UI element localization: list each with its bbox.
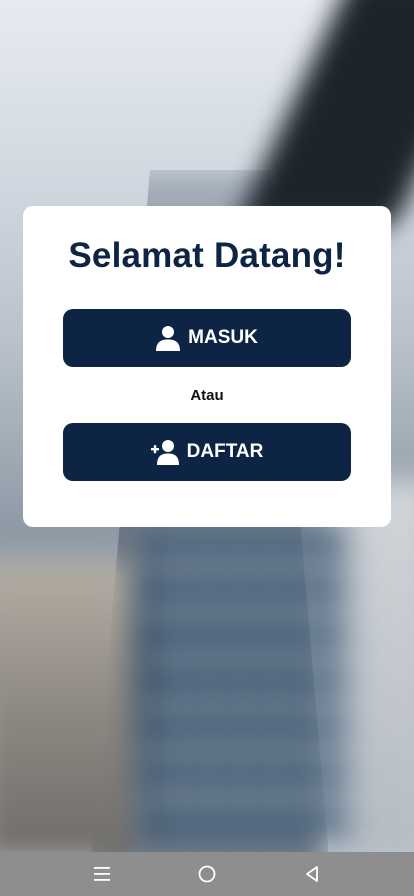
login-button[interactable]: MASUK [63, 309, 351, 367]
register-button-label: DAFTAR [186, 441, 264, 462]
user-icon [156, 325, 181, 351]
welcome-title: Selamat Datang! [68, 236, 346, 275]
back-triangle-icon [305, 866, 318, 882]
home-circle-icon [198, 865, 216, 883]
system-navigation-bar [0, 852, 414, 896]
user-plus-icon [150, 439, 179, 465]
menu-icon [94, 867, 111, 881]
register-button[interactable]: DAFTAR [63, 423, 351, 481]
nav-home-button[interactable] [187, 854, 227, 894]
nav-menu-button[interactable] [82, 854, 122, 894]
nav-back-button[interactable] [292, 854, 332, 894]
welcome-card: Selamat Datang! MASUK Atau DAFTAR [23, 206, 391, 527]
login-button-label: MASUK [188, 327, 258, 348]
separator-text: Atau [190, 387, 224, 404]
